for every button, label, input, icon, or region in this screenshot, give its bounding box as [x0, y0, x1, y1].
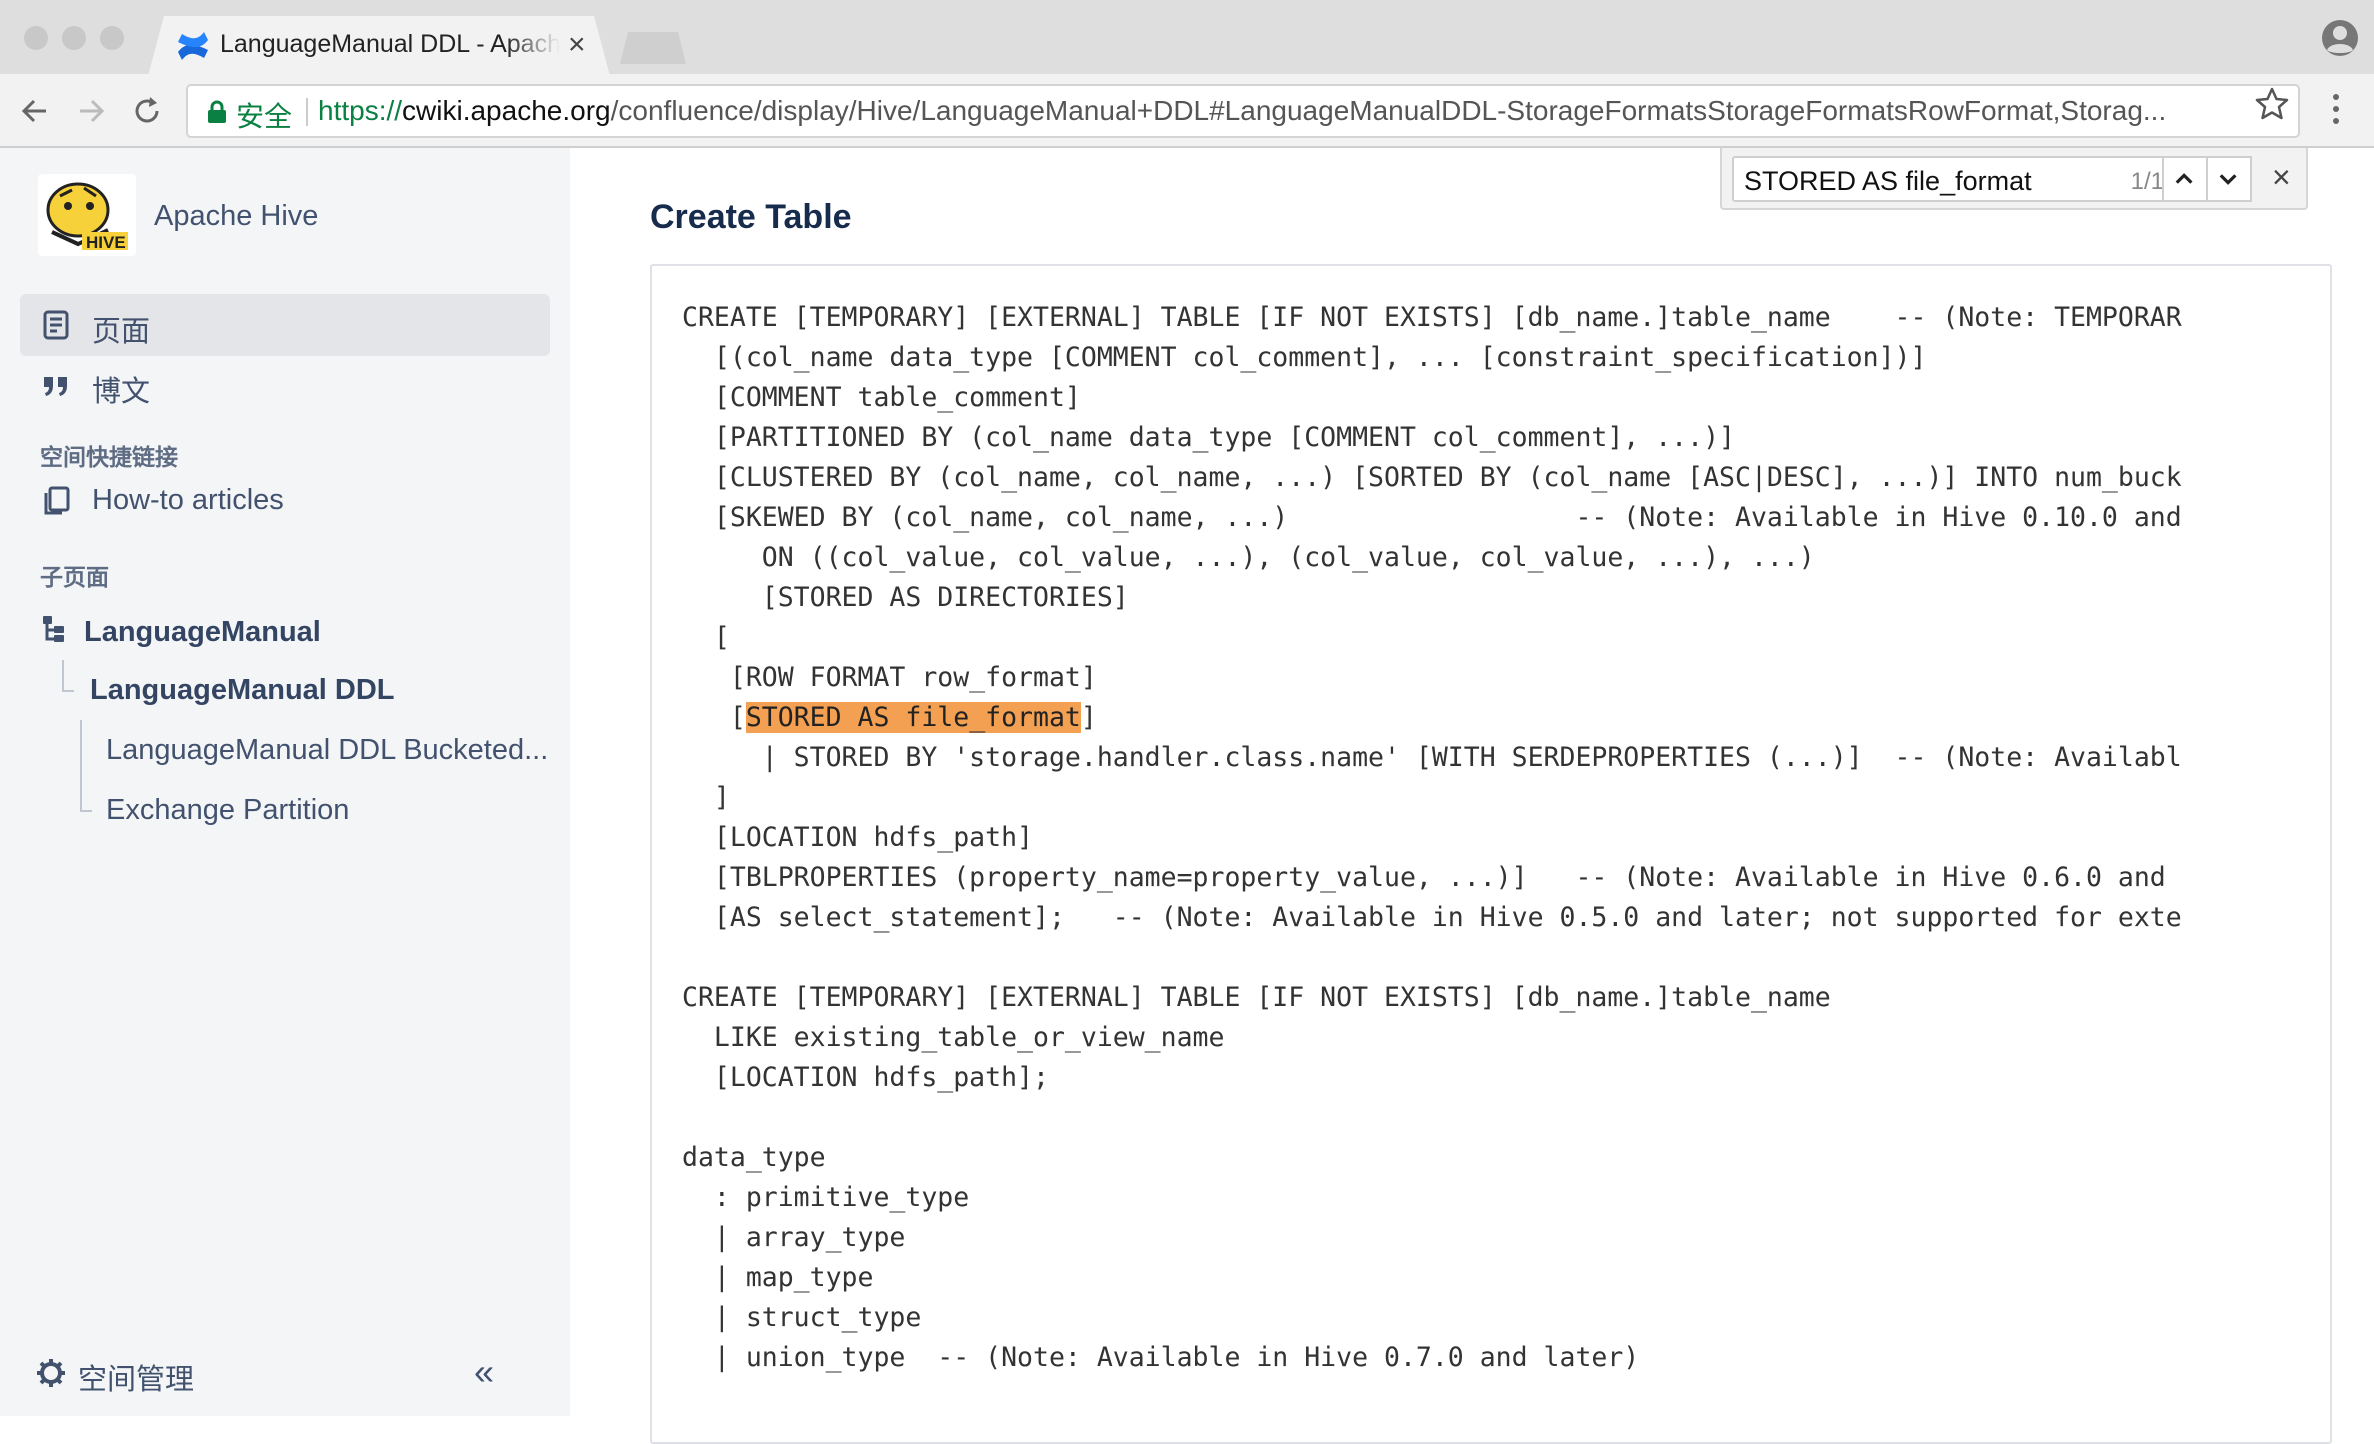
code-line: [AS select_statement]; -- (Note: Availab…: [682, 898, 2182, 938]
code-suffix: ]: [1081, 702, 1097, 733]
code-line: [STORED AS DIRECTORIES]: [682, 578, 2182, 618]
code-line: [TBLPROPERTIES (property_name=property_v…: [682, 858, 2182, 898]
code-line: data_type: [682, 1138, 2182, 1178]
code-line: [COMMENT table_comment]: [682, 378, 2182, 418]
find-match-count: 1/1: [2131, 168, 2164, 196]
tree-item-languagemanual-ddl[interactable]: LanguageManual DDL: [90, 674, 395, 707]
code-line: CREATE [TEMPORARY] [EXTERNAL] TABLE [IF …: [682, 298, 2182, 338]
page-icon: [40, 309, 72, 341]
find-in-page-bar: STORED AS file_format 1/1 ×: [1720, 148, 2308, 210]
code-line: | struct_type: [682, 1298, 2182, 1338]
find-close-icon[interactable]: ×: [2272, 158, 2291, 196]
space-name[interactable]: Apache Hive: [154, 200, 318, 233]
find-previous-button[interactable]: [2162, 156, 2208, 202]
window-zoom-dot[interactable]: [100, 26, 124, 50]
copy-icon: [40, 485, 72, 517]
sidebar-item-how-to-articles[interactable]: How-to articles: [20, 470, 550, 532]
space-tools-button[interactable]: 空间管理: [36, 1354, 436, 1394]
code-line: [: [682, 618, 2182, 658]
space-sidebar: HIVE Apache Hive 页面 博文 空间快捷链接 How-to art…: [0, 148, 570, 1416]
code-line: [ROW FORMAT row_format]: [682, 658, 2182, 698]
collapse-sidebar-icon[interactable]: «: [474, 1354, 494, 1390]
hive-bee-icon: HIVE: [38, 174, 136, 256]
sidebar-item-pages[interactable]: 页面: [20, 294, 550, 356]
url-scheme: https://: [318, 95, 402, 126]
code-line: ]: [682, 778, 2182, 818]
back-arrow-icon[interactable]: [16, 92, 54, 130]
space-tools-label: 空间管理: [78, 1356, 194, 1398]
code-line: [SKEWED BY (col_name, col_name, ...) -- …: [682, 498, 2182, 538]
tree-connector: [80, 720, 82, 810]
code-line: | union_type -- (Note: Available in Hive…: [682, 1338, 2182, 1378]
code-line: : primitive_type: [682, 1178, 2182, 1218]
url-text[interactable]: https://cwiki.apache.org/confluence/disp…: [318, 95, 2238, 129]
secure-label: 安全: [236, 95, 292, 135]
code-prefix: [: [682, 702, 746, 733]
sidebar-item-blog[interactable]: 博文: [20, 354, 550, 416]
code-block: CREATE [TEMPORARY] [EXTERNAL] TABLE [IF …: [650, 264, 2332, 1444]
tab-close-icon[interactable]: ×: [568, 26, 586, 64]
sidebar-item-label: How-to articles: [92, 484, 284, 517]
code-line: LIKE existing_table_or_view_name: [682, 1018, 2182, 1058]
tab-title: LanguageManual DDL - Apache Hive - Apach…: [220, 30, 560, 64]
code-line: [(col_name data_type [COMMENT col_commen…: [682, 338, 2182, 378]
main-content: Create Table CREATE [TEMPORARY] [EXTERNA…: [570, 148, 2374, 1416]
url-host: cwiki.apache.org: [402, 95, 611, 126]
code-line: [682, 938, 2182, 978]
child-pages-heading: 子页面: [40, 558, 109, 592]
hive-logo[interactable]: HIVE: [38, 174, 136, 256]
browser-tab-active[interactable]: LanguageManual DDL - Apache Hive - Apach…: [148, 16, 610, 76]
tree-connector: [80, 810, 92, 812]
chevron-up-icon: [2164, 158, 2206, 200]
lock-icon: [206, 100, 228, 124]
code-lines: CREATE [TEMPORARY] [EXTERNAL] TABLE [IF …: [682, 298, 2182, 1378]
address-bar[interactable]: 安全 https://cwiki.apache.org/confluence/d…: [186, 84, 2300, 138]
tree-item-exchange-partition[interactable]: Exchange Partition: [106, 794, 349, 827]
tree-connector: [62, 660, 64, 692]
find-next-button[interactable]: [2206, 156, 2252, 202]
code-line: | STORED BY 'storage.handler.class.name'…: [682, 738, 2182, 778]
bookmark-star-icon[interactable]: [2254, 86, 2290, 122]
find-input[interactable]: STORED AS file_format 1/1: [1732, 156, 2176, 202]
gear-icon: [36, 1358, 66, 1388]
tree-connector: [62, 690, 74, 692]
new-tab-button[interactable]: [620, 32, 686, 64]
code-line: [LOCATION hdfs_path]: [682, 818, 2182, 858]
window-close-dot[interactable]: [24, 26, 48, 50]
code-line: | array_type: [682, 1218, 2182, 1258]
code-line: [PARTITIONED BY (col_name data_type [COM…: [682, 418, 2182, 458]
browser-toolbar: 安全 https://cwiki.apache.org/confluence/d…: [0, 74, 2374, 148]
svg-text:HIVE: HIVE: [86, 233, 126, 252]
tree-item-ddl-bucketed[interactable]: LanguageManual DDL Bucketed...: [106, 734, 548, 767]
code-line: CREATE [TEMPORARY] [EXTERNAL] TABLE [IF …: [682, 978, 2182, 1018]
reload-icon[interactable]: [128, 92, 166, 130]
browser-tab-strip: LanguageManual DDL - Apache Hive - Apach…: [0, 0, 2374, 74]
code-line-highlighted: [STORED AS file_format]: [682, 698, 2182, 738]
url-path: /confluence/display/Hive/LanguageManual+…: [611, 95, 2167, 126]
profile-icon[interactable]: [2320, 18, 2360, 58]
quote-icon: [40, 369, 72, 401]
find-match-highlight: STORED AS file_format: [746, 702, 1081, 733]
sidebar-item-label: 页面: [92, 308, 150, 350]
code-line: [CLUSTERED BY (col_name, col_name, ...) …: [682, 458, 2182, 498]
browser-menu-icon[interactable]: [2326, 92, 2346, 126]
code-line: [LOCATION hdfs_path];: [682, 1058, 2182, 1098]
omnibox-divider: [306, 98, 308, 126]
sidebar-item-label: 博文: [92, 368, 150, 410]
code-line: [682, 1098, 2182, 1138]
space-shortcuts-heading: 空间快捷链接: [40, 438, 178, 472]
code-line: ON ((col_value, col_value, ...), (col_va…: [682, 538, 2182, 578]
find-query-text: STORED AS file_format: [1744, 166, 2032, 197]
tree-item-languagemanual[interactable]: LanguageManual: [84, 616, 321, 649]
window-minimize-dot[interactable]: [62, 26, 86, 50]
forward-arrow-icon[interactable]: [72, 92, 110, 130]
section-heading-create-table: Create Table: [650, 198, 852, 237]
chevron-down-icon: [2208, 158, 2250, 200]
code-line: | map_type: [682, 1258, 2182, 1298]
confluence-favicon-icon: [176, 30, 210, 62]
page-tree-icon: [40, 614, 68, 644]
